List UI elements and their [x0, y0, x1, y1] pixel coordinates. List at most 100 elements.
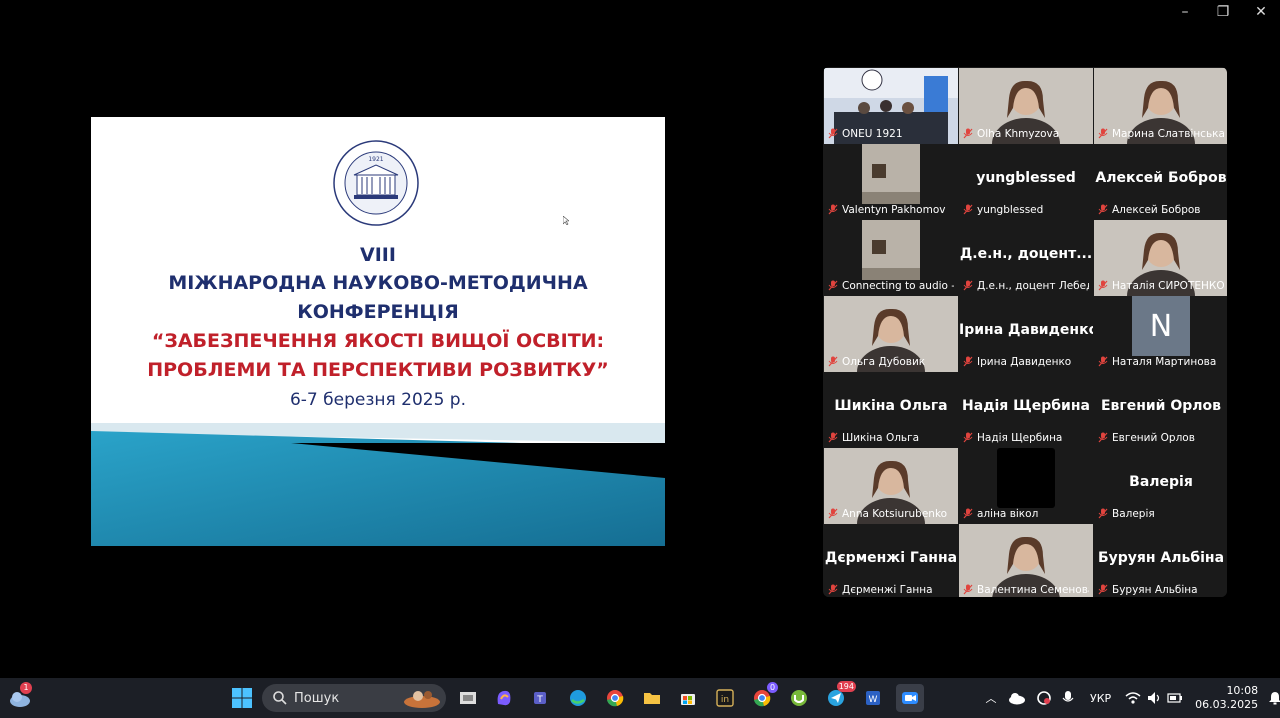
participant-gallery: ONEU 1921 Olha Khmyzova Марина Слатвінська… — [823, 67, 1227, 597]
utorrent-icon — [791, 690, 807, 706]
participant-tile[interactable]: Anna Kotsiurubenko — [824, 448, 958, 524]
participant-name: Марина Слатвінська — [1112, 127, 1224, 140]
slide-banner-graphic — [91, 423, 665, 546]
notification-bell-icon[interactable] — [1268, 691, 1280, 705]
participant-display-name: Д.е.н., доцент... — [959, 246, 1093, 262]
copilot-icon — [497, 690, 511, 706]
minimize-button[interactable]: – — [1166, 0, 1204, 24]
participant-tile[interactable]: Наталія СИРОТЕНКО — [1094, 220, 1227, 296]
participant-name-label: Наталія СИРОТЕНКО — [1098, 278, 1224, 293]
participant-tile[interactable]: Марина Слатвінська — [1094, 68, 1227, 144]
file-explorer-taskbar-button[interactable] — [454, 684, 482, 712]
sync-icon[interactable] — [1036, 690, 1052, 706]
clock-time: 10:08 — [1226, 684, 1259, 697]
taskbar-search[interactable]: Пошук — [262, 684, 446, 712]
participant-tile[interactable]: Шикіна Ольга Шикіна Ольга — [824, 372, 958, 448]
start-button[interactable] — [228, 684, 256, 712]
microphone-icon[interactable] — [1062, 690, 1074, 706]
participant-name-label: ONEU 1921 — [828, 126, 954, 141]
muted-mic-icon — [828, 128, 838, 139]
file-explorer-icon — [460, 692, 476, 704]
utorrent-taskbar-button[interactable] — [785, 684, 813, 712]
muted-mic-icon — [1098, 508, 1108, 519]
participant-name: Дєрменжі Ганна — [842, 583, 933, 596]
store-taskbar-button[interactable] — [674, 684, 702, 712]
participant-tile[interactable]: Евгений Орлов Евгений Орлов — [1094, 372, 1227, 448]
participant-tile[interactable]: Valentyn Pakhomov — [824, 144, 958, 220]
participant-tile[interactable]: Надія Щербина Надія Щербина — [959, 372, 1093, 448]
muted-mic-icon — [1098, 280, 1108, 291]
participant-tile[interactable]: Д.е.н., доцент... Д.е.н., доцент Лебеде..… — [959, 220, 1093, 296]
participant-tile[interactable]: Connecting to audio -... — [824, 220, 958, 296]
participant-name-label: yungblessed — [963, 202, 1089, 217]
participant-tile[interactable]: ONEU 1921 — [824, 68, 958, 144]
clock[interactable]: 10:08 06.03.2025 — [1195, 684, 1258, 712]
participant-tile[interactable]: Ірина Давиденко Ірина Давиденко — [959, 296, 1093, 372]
indesign-taskbar-button[interactable]: in — [711, 684, 739, 712]
copilot-taskbar-button[interactable] — [490, 684, 518, 712]
participant-name: Anna Kotsiurubenko — [842, 507, 948, 520]
battery-icon[interactable] — [1167, 692, 1183, 704]
participant-tile[interactable]: Валентина Семенова — [959, 524, 1093, 597]
participant-name-label: Алексей Бобров — [1098, 202, 1224, 217]
muted-mic-icon — [828, 432, 838, 443]
restore-button[interactable]: ❐ — [1204, 0, 1242, 24]
participant-name: Наталія СИРОТЕНКО — [1112, 279, 1224, 292]
telegram-badge: 194 — [836, 681, 856, 692]
participant-name: Евгений Орлов — [1112, 431, 1195, 444]
muted-mic-icon — [963, 356, 973, 367]
participant-name: Алексей Бобров — [1112, 203, 1201, 216]
weather-widget[interactable]: 1 — [6, 682, 34, 712]
slide-topic-line2: ПРОБЛЕМИ ТА ПЕРСПЕКТИВИ РОЗВИТКУ” — [147, 359, 609, 381]
participant-tile[interactable]: Алексей Бобров Алексей Бобров — [1094, 144, 1227, 220]
chrome-profile-taskbar-button[interactable]: 0 — [748, 682, 778, 712]
zoom-taskbar-button[interactable] — [896, 684, 924, 712]
participant-tile[interactable]: аліна вікол — [959, 448, 1093, 524]
participant-avatar: N — [1132, 296, 1190, 356]
indesign-icon: in — [716, 689, 734, 707]
participant-display-name: Валерія — [1129, 474, 1193, 490]
telegram-taskbar-button[interactable]: 194 — [822, 681, 856, 712]
participant-tile[interactable]: Ольга Дубовик — [824, 296, 958, 372]
participant-name: аліна вікол — [977, 507, 1039, 520]
close-button[interactable]: ✕ — [1242, 0, 1280, 24]
tray-overflow-chevron-icon[interactable]: ︿ — [984, 690, 998, 706]
participant-tile[interactable]: N Наталя Мартинова — [1094, 296, 1227, 372]
muted-mic-icon — [963, 584, 973, 595]
folder-taskbar-button[interactable] — [638, 684, 666, 712]
onedrive-cloud-icon[interactable] — [1008, 691, 1026, 705]
participant-name: Наталя Мартинова — [1112, 355, 1217, 368]
shared-screen: 1921 VIII МІЖНАРОДНА НАУКОВО-МЕТОДИЧНА К… — [0, 117, 761, 546]
wifi-icon[interactable] — [1125, 691, 1141, 705]
weather-badge: 1 — [20, 682, 32, 694]
participant-tile[interactable]: yungblessed yungblessed — [959, 144, 1093, 220]
muted-mic-icon — [963, 280, 973, 291]
participant-name: Валентина Семенова — [977, 583, 1089, 596]
participant-tile[interactable]: Olha Khmyzova — [959, 68, 1093, 144]
participant-name: yungblessed — [977, 203, 1044, 216]
chrome-taskbar-button[interactable] — [601, 684, 629, 712]
participant-video — [997, 448, 1055, 508]
muted-mic-icon — [963, 128, 973, 139]
language-indicator[interactable]: УКР — [1090, 692, 1111, 705]
participant-name-label: Наталя Мартинова — [1098, 354, 1224, 369]
participant-tile[interactable]: Валерія Валерія — [1094, 448, 1227, 524]
participant-display-name: yungblessed — [976, 170, 1076, 186]
teams-taskbar-button[interactable]: T — [526, 684, 554, 712]
muted-mic-icon — [1098, 204, 1108, 215]
participant-name-label: Olha Khmyzova — [963, 126, 1089, 141]
participant-name: Ольга Дубовик — [842, 355, 926, 368]
chrome-icon — [607, 690, 624, 707]
participant-tile[interactable]: Буруян Альбіна Буруян Альбіна — [1094, 524, 1227, 597]
mouse-cursor-icon — [563, 216, 569, 225]
participant-tile[interactable]: Дєрменжі Ганна Дєрменжі Ганна — [824, 524, 958, 597]
participant-name-label: аліна вікол — [963, 506, 1089, 521]
teams-icon: T — [534, 692, 546, 705]
participant-name-label: Марина Слатвінська — [1098, 126, 1224, 141]
volume-icon[interactable] — [1147, 691, 1161, 705]
participant-display-name: Ірина Давиденко — [959, 322, 1093, 338]
muted-mic-icon — [828, 584, 838, 595]
word-taskbar-button[interactable]: W — [859, 684, 887, 712]
edge-taskbar-button[interactable] — [564, 684, 592, 712]
word-icon: W — [866, 691, 880, 705]
